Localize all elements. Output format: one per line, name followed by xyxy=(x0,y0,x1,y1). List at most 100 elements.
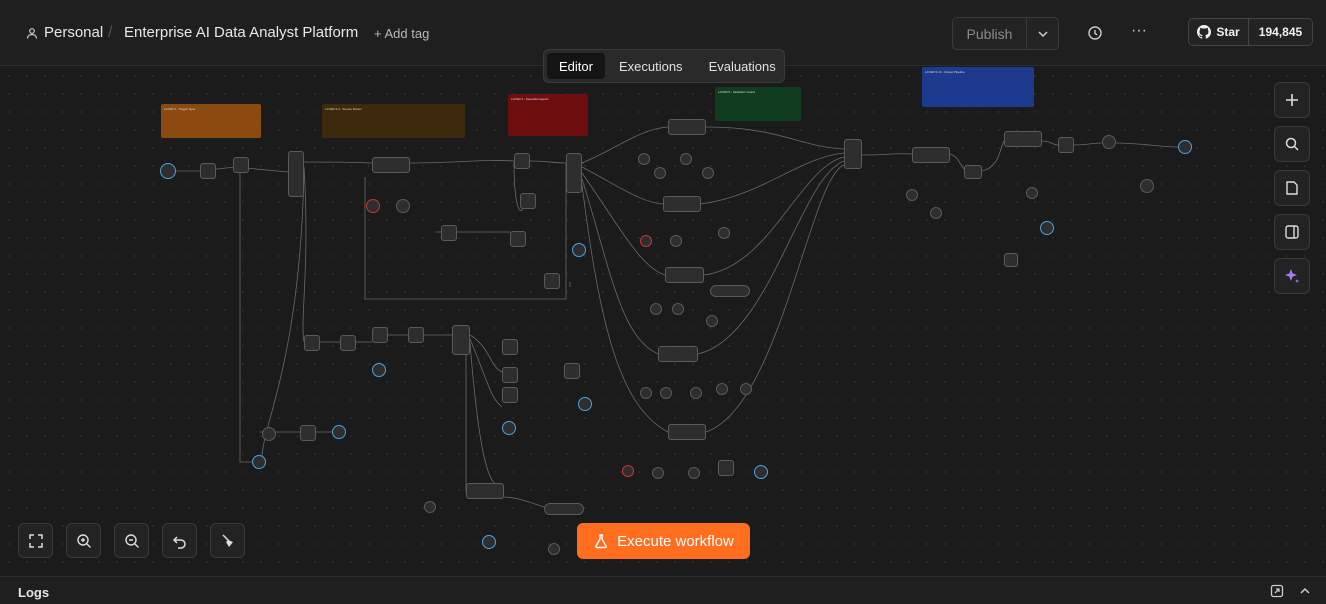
tool-node[interactable] xyxy=(702,167,714,179)
parser-node[interactable] xyxy=(930,207,942,219)
memory-node[interactable] xyxy=(654,167,666,179)
code-node[interactable] xyxy=(300,425,316,441)
webhook-node[interactable] xyxy=(1040,221,1054,235)
merge-node[interactable] xyxy=(844,139,862,169)
model-node[interactable] xyxy=(640,235,652,247)
code-node[interactable] xyxy=(718,460,734,476)
execute-workflow-button[interactable]: Execute workflow xyxy=(577,523,750,559)
sticky-note-button[interactable] xyxy=(1274,170,1310,206)
tool-node[interactable] xyxy=(688,467,700,479)
model-node[interactable] xyxy=(650,303,662,315)
tool-node[interactable] xyxy=(706,315,718,327)
router-node[interactable] xyxy=(452,325,470,355)
memory-node[interactable] xyxy=(672,303,684,315)
workflow-title[interactable]: Enterprise AI Data Analyst Platform xyxy=(124,24,358,41)
code-node[interactable] xyxy=(564,363,580,379)
publish-button[interactable]: Publish xyxy=(953,18,1027,49)
webhook-node[interactable] xyxy=(482,535,496,549)
model-node[interactable] xyxy=(366,199,380,213)
webhook-node[interactable] xyxy=(578,397,592,411)
webhook-node[interactable] xyxy=(332,425,346,439)
history-button[interactable] xyxy=(1084,22,1106,44)
workflow-canvas[interactable]: LAYER 1 - Trigger layer LAYER 2-3 - Sour… xyxy=(0,67,1326,575)
model-node[interactable] xyxy=(638,153,650,165)
edit-node[interactable] xyxy=(502,367,518,383)
publish-options-button[interactable] xyxy=(1027,18,1058,49)
agent-node[interactable] xyxy=(466,483,504,499)
model-node[interactable] xyxy=(640,387,652,399)
github-star-button[interactable]: Star 194,845 xyxy=(1188,18,1313,46)
tool-node[interactable] xyxy=(718,227,730,239)
webhook-node[interactable] xyxy=(372,363,386,377)
undo-button[interactable] xyxy=(162,523,197,558)
memory-node[interactable] xyxy=(670,235,682,247)
tool-node[interactable] xyxy=(740,383,752,395)
expand-logs-button[interactable] xyxy=(1298,584,1312,598)
http-node[interactable] xyxy=(520,193,536,209)
agent-node[interactable] xyxy=(665,267,704,283)
toggle-panel-button[interactable] xyxy=(1274,214,1310,250)
breadcrumb-project[interactable]: Personal xyxy=(26,24,103,41)
sheets-node[interactable] xyxy=(372,327,388,343)
memory-node[interactable] xyxy=(396,199,410,213)
tidy-up-button[interactable] xyxy=(210,523,245,558)
memory-node[interactable] xyxy=(652,467,664,479)
tab-executions[interactable]: Executions xyxy=(607,53,695,79)
agent-node[interactable] xyxy=(1004,131,1042,147)
agent-node[interactable] xyxy=(668,119,706,135)
code-node[interactable] xyxy=(233,157,249,173)
tool-node[interactable] xyxy=(544,503,584,515)
tool-node[interactable] xyxy=(710,285,750,297)
tool-node[interactable] xyxy=(548,543,560,555)
edit-node[interactable] xyxy=(502,339,518,355)
model-node[interactable] xyxy=(906,189,918,201)
agent-node[interactable] xyxy=(200,163,216,179)
agent-node[interactable] xyxy=(658,346,698,362)
code-node[interactable] xyxy=(544,273,560,289)
webhook-node[interactable] xyxy=(1178,140,1192,154)
http-node[interactable] xyxy=(1140,179,1154,193)
webhook-node[interactable] xyxy=(572,243,586,257)
edit-node[interactable] xyxy=(1058,137,1074,153)
router-node[interactable] xyxy=(288,151,304,197)
router-node[interactable] xyxy=(566,153,582,193)
http-node[interactable] xyxy=(1102,135,1116,149)
tool-node[interactable] xyxy=(680,153,692,165)
fit-view-button[interactable] xyxy=(18,523,53,558)
telegram-trigger-node[interactable] xyxy=(160,163,176,179)
http-node[interactable] xyxy=(262,427,276,441)
code-node[interactable] xyxy=(408,327,424,343)
tab-evaluations[interactable]: Evaluations xyxy=(697,53,788,79)
webhook-node[interactable] xyxy=(754,465,768,479)
code-node[interactable] xyxy=(441,225,457,241)
webhook-node[interactable] xyxy=(252,455,266,469)
popout-logs-button[interactable] xyxy=(1270,584,1284,598)
if-node[interactable] xyxy=(340,335,356,351)
logs-panel[interactable]: Logs xyxy=(0,576,1326,604)
if-node[interactable] xyxy=(964,165,982,179)
http-node[interactable] xyxy=(1004,253,1018,267)
code-node[interactable] xyxy=(304,335,320,351)
edit-node[interactable] xyxy=(514,153,530,169)
agent-node[interactable] xyxy=(668,424,706,440)
tool-node[interactable] xyxy=(1026,187,1038,199)
zoom-out-button[interactable] xyxy=(114,523,149,558)
agent-node[interactable] xyxy=(912,147,950,163)
tab-editor[interactable]: Editor xyxy=(547,53,605,79)
tool-node[interactable] xyxy=(690,387,702,399)
agent-node[interactable] xyxy=(372,157,410,173)
memory-node[interactable] xyxy=(660,387,672,399)
http-node[interactable] xyxy=(510,231,526,247)
tool-node[interactable] xyxy=(716,383,728,395)
zoom-in-button[interactable] xyxy=(66,523,101,558)
agent-node[interactable] xyxy=(663,196,701,212)
ai-assistant-button[interactable] xyxy=(1274,258,1310,294)
add-tag-button[interactable]: + Add tag xyxy=(374,26,429,41)
model-node[interactable] xyxy=(622,465,634,477)
search-nodes-button[interactable] xyxy=(1274,126,1310,162)
edit-node[interactable] xyxy=(502,387,518,403)
model-node[interactable] xyxy=(424,501,436,513)
add-node-button[interactable] xyxy=(1274,82,1310,118)
webhook-node[interactable] xyxy=(502,421,516,435)
more-options-button[interactable]: ··· xyxy=(1128,22,1150,44)
